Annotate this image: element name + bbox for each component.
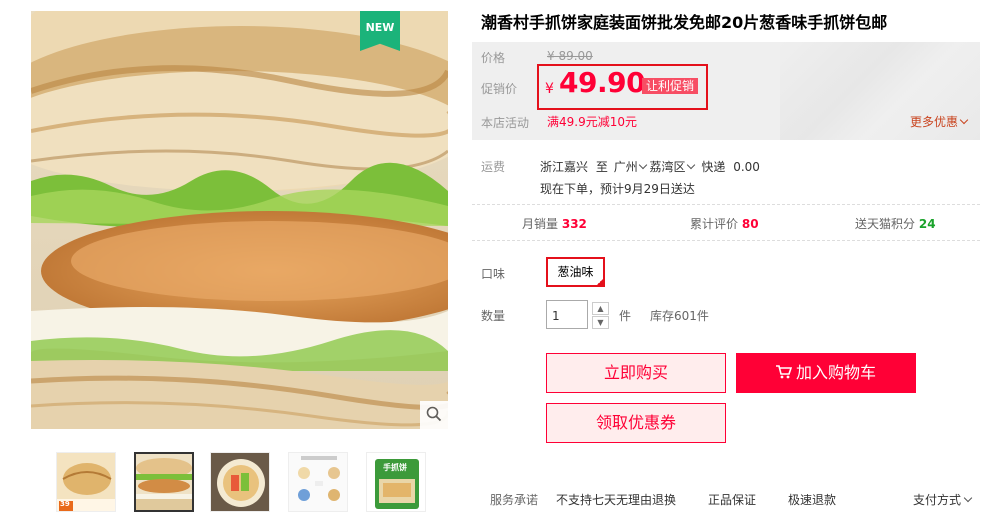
activity-text: 满49.9元减10元 — [547, 115, 637, 129]
delivery-estimate: 现在下单，预计9月29日送达 — [540, 182, 695, 196]
chevron-down-icon: ▼ — [597, 318, 604, 327]
service-item[interactable]: 极速退款 — [788, 491, 836, 508]
thumbnail-5[interactable]: 手抓饼 — [366, 452, 426, 512]
shipping-origin: 浙江嘉兴 — [540, 160, 589, 174]
magnifier-icon — [426, 406, 442, 425]
monthly-sales-value: 332 — [561, 217, 587, 231]
shipping-method: 快递 — [701, 160, 726, 174]
promo-price-label: 促销价 — [481, 82, 518, 96]
divider — [472, 240, 980, 241]
city-label: 广州 — [613, 160, 638, 174]
shipping-label: 运费 — [481, 160, 506, 174]
flavor-option-label: 葱油味 — [557, 265, 594, 279]
price-label: 价格 — [481, 51, 506, 65]
shipping-to: 至 — [595, 160, 608, 174]
main-product-image — [31, 11, 448, 429]
selected-check-icon — [595, 277, 605, 287]
promo-tag: 让利促销 — [642, 78, 699, 94]
currency-symbol: ¥ — [545, 81, 554, 97]
monthly-sales: 月销量 332 — [522, 215, 587, 232]
divider — [472, 204, 980, 205]
zoom-button[interactable] — [420, 401, 448, 429]
service-item[interactable]: 正品保证 — [708, 491, 756, 508]
review-count-value: 80 — [741, 217, 759, 231]
district-selector[interactable]: 荔湾区 — [649, 160, 695, 174]
chevron-up-icon: ▲ — [597, 304, 604, 313]
activity-label: 本店活动 — [481, 116, 530, 130]
flavor-label: 口味 — [481, 267, 506, 281]
product-title: 潮香村手抓饼家庭装面饼批发免邮20片葱香味手抓饼包邮 — [481, 13, 888, 32]
quantity-input[interactable]: 1 — [546, 300, 588, 329]
payment-methods-label: 支付方式 — [913, 493, 962, 507]
quantity-label: 数量 — [481, 309, 506, 323]
quantity-decrease[interactable]: ▼ — [592, 316, 609, 329]
tmall-points-label: 送天猫积分 — [855, 217, 916, 231]
thumbnail-2[interactable] — [134, 452, 194, 512]
monthly-sales-label: 月销量 — [522, 217, 559, 231]
original-price: ¥ 89.00 — [547, 49, 593, 63]
service-label: 服务承诺 — [490, 493, 539, 507]
shipping-fee: 0.00 — [733, 160, 760, 174]
thumbnail-1-price: 39 — [60, 500, 70, 508]
thumbnail-3[interactable] — [210, 452, 270, 512]
review-count[interactable]: 累计评价 80 — [690, 215, 759, 232]
shipping-info: 浙江嘉兴 至 广州 荔湾区 快递 0.00 — [540, 158, 760, 175]
thumbnail-4[interactable] — [288, 452, 348, 512]
tmall-points: 送天猫积分 24 — [855, 215, 936, 232]
chevron-down-icon — [963, 493, 973, 503]
more-offers-link[interactable]: 更多优惠 — [910, 113, 969, 130]
add-to-cart-label: 加入购物车 — [795, 363, 876, 382]
buy-now-button[interactable]: 立即购买 — [546, 353, 726, 393]
cart-icon — [775, 354, 793, 394]
stock-count: 库存601件 — [650, 309, 709, 323]
district-label: 荔湾区 — [649, 160, 686, 174]
chevron-down-icon — [686, 160, 695, 170]
chevron-down-icon — [959, 115, 969, 125]
get-coupon-button[interactable]: 领取优惠券 — [546, 403, 726, 443]
thumbnail-1[interactable]: 39 — [56, 452, 116, 512]
payment-methods-dropdown[interactable]: 支付方式 — [913, 491, 973, 508]
review-count-label: 累计评价 — [690, 217, 739, 231]
more-offers-label: 更多优惠 — [910, 115, 959, 129]
flavor-option-selected[interactable]: 葱油味 — [546, 257, 605, 287]
thumbnail-5-text: 手抓饼 — [383, 463, 407, 472]
add-to-cart-button[interactable]: 加入购物车 — [736, 353, 916, 393]
tmall-points-value: 24 — [918, 217, 936, 231]
city-selector[interactable]: 广州 — [613, 160, 647, 174]
quantity-increase[interactable]: ▲ — [592, 302, 609, 315]
service-item[interactable]: 不支持七天无理由退换 — [556, 491, 676, 508]
chevron-down-icon — [638, 160, 647, 170]
promo-price: 49.90 — [559, 66, 646, 99]
quantity-unit: 件 — [619, 309, 632, 323]
